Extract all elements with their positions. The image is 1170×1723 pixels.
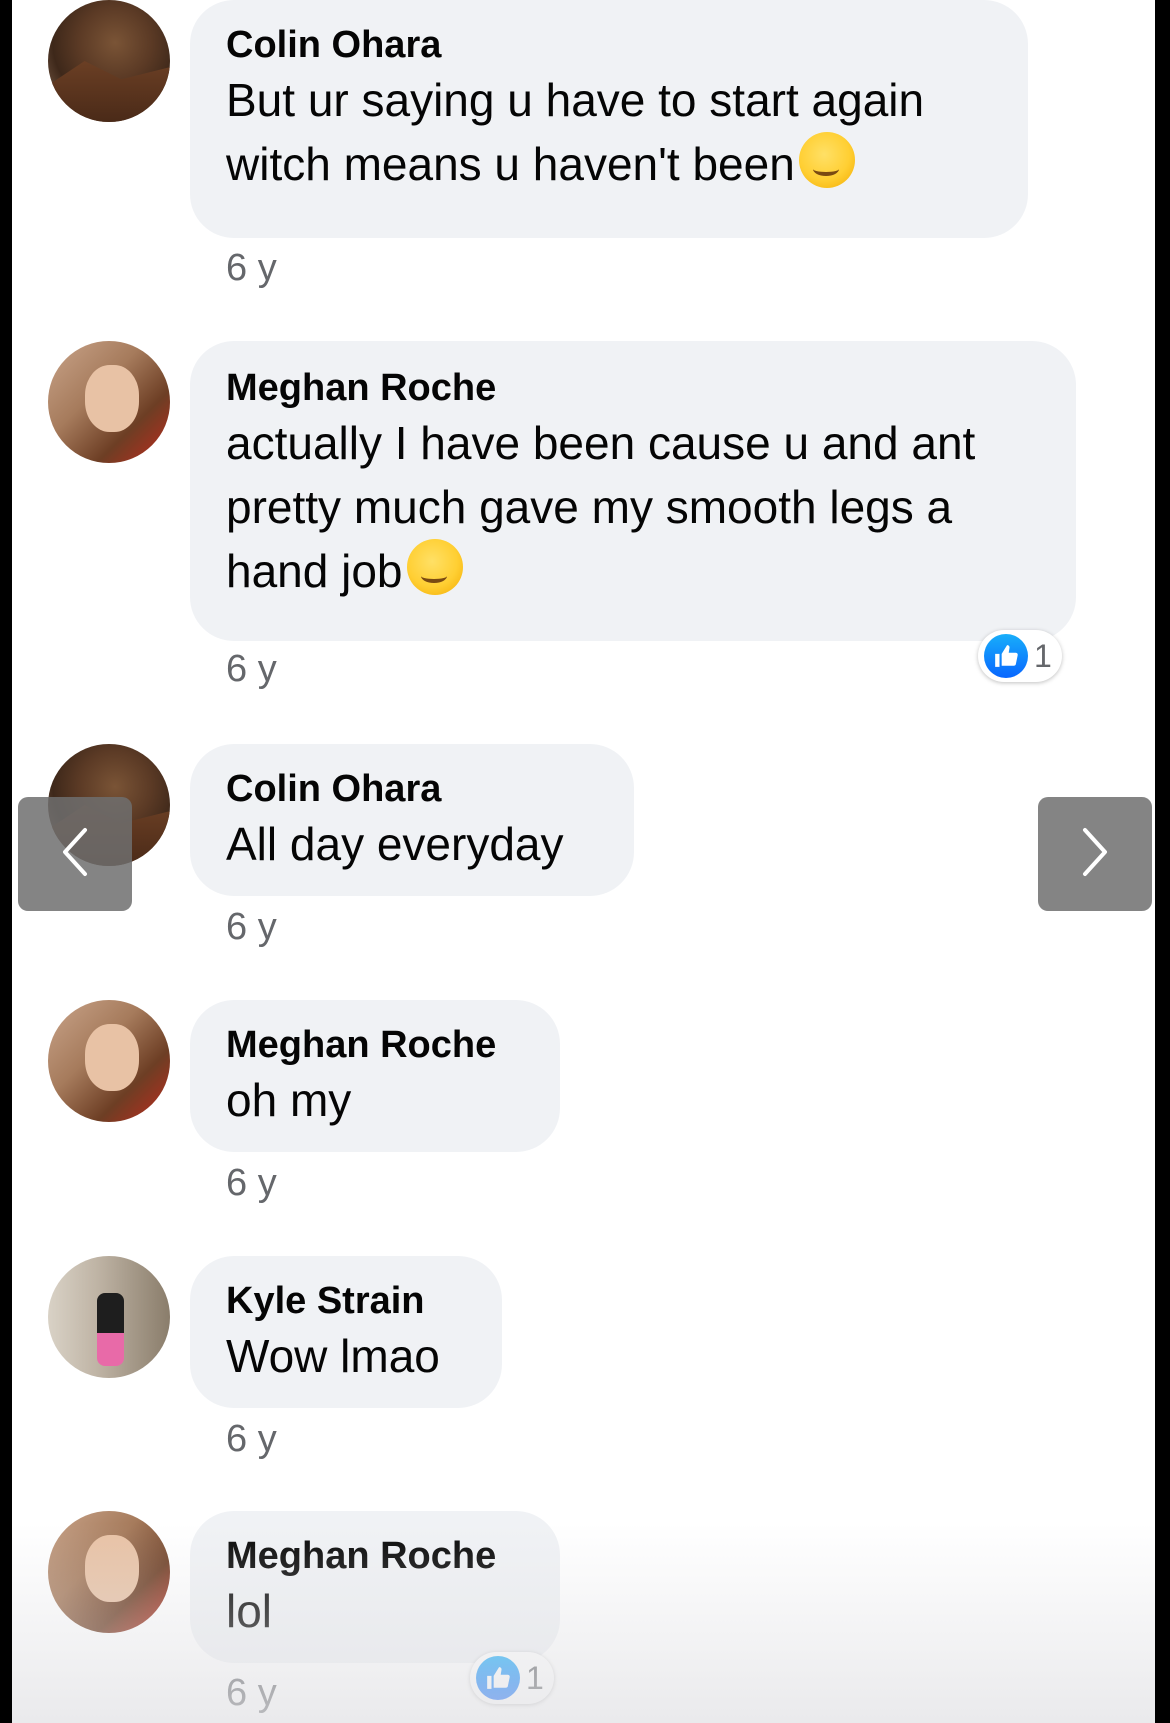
comment-timestamp[interactable]: 6 y	[226, 906, 277, 949]
comment-author[interactable]: Meghan Roche	[226, 1022, 524, 1068]
comment-bubble: Meghan Roche lol	[190, 1511, 560, 1663]
avatar[interactable]	[48, 0, 170, 122]
comment-timestamp[interactable]: 6 y	[226, 1418, 277, 1461]
avatar[interactable]	[48, 341, 170, 463]
next-button[interactable]	[1038, 797, 1152, 911]
like-icon	[984, 634, 1028, 678]
smirking-face-emoji-icon	[798, 132, 855, 188]
chevron-right-icon	[1075, 822, 1115, 887]
comment-bubble: Meghan Roche oh my	[190, 1000, 560, 1152]
comment-timestamp[interactable]: 6 y	[226, 648, 277, 691]
avatar[interactable]	[48, 1256, 170, 1378]
comment-text: But ur saying u have to start again witc…	[226, 74, 925, 190]
reaction-count: 1	[1034, 637, 1052, 674]
previous-button[interactable]	[18, 797, 132, 911]
comment-bubble: Colin Ohara But ur saying u have to star…	[190, 0, 1028, 238]
reaction-badge[interactable]: 1	[978, 630, 1062, 682]
comment-author[interactable]: Kyle Strain	[226, 1278, 466, 1324]
reaction-badge[interactable]: 1	[470, 1652, 554, 1704]
avatar[interactable]	[48, 1000, 170, 1122]
comment-bubble: Kyle Strain Wow lmao	[190, 1256, 502, 1408]
avatar[interactable]	[48, 1511, 170, 1633]
comment-timestamp[interactable]: 6 y	[226, 247, 277, 290]
comment-text: All day everyday	[226, 818, 564, 870]
comment-author[interactable]: Colin Ohara	[226, 766, 598, 812]
comment-timestamp[interactable]: 6 y	[226, 1672, 277, 1715]
like-icon	[476, 1656, 520, 1700]
comment-bubble: Meghan Roche actually I have been cause …	[190, 341, 1076, 641]
reaction-count: 1	[526, 1659, 544, 1696]
comment-timestamp[interactable]: 6 y	[226, 1162, 277, 1205]
comment-text: actually I have been cause u and ant pre…	[226, 417, 976, 597]
comment-thread: Colin Ohara But ur saying u have to star…	[12, 0, 1155, 1723]
comment-author[interactable]: Colin Ohara	[226, 22, 992, 68]
winking-face-emoji-icon	[406, 539, 463, 595]
comment-text: Wow lmao	[226, 1330, 440, 1382]
comment-text: lol	[226, 1585, 273, 1637]
comment-bubble: Colin Ohara All day everyday	[190, 744, 634, 896]
comment-author[interactable]: Meghan Roche	[226, 1533, 524, 1579]
bottom-fade-overlay	[12, 1523, 1155, 1723]
comment-author[interactable]: Meghan Roche	[226, 365, 1040, 411]
comment-text: oh my	[226, 1074, 352, 1126]
chevron-left-icon	[55, 822, 95, 887]
